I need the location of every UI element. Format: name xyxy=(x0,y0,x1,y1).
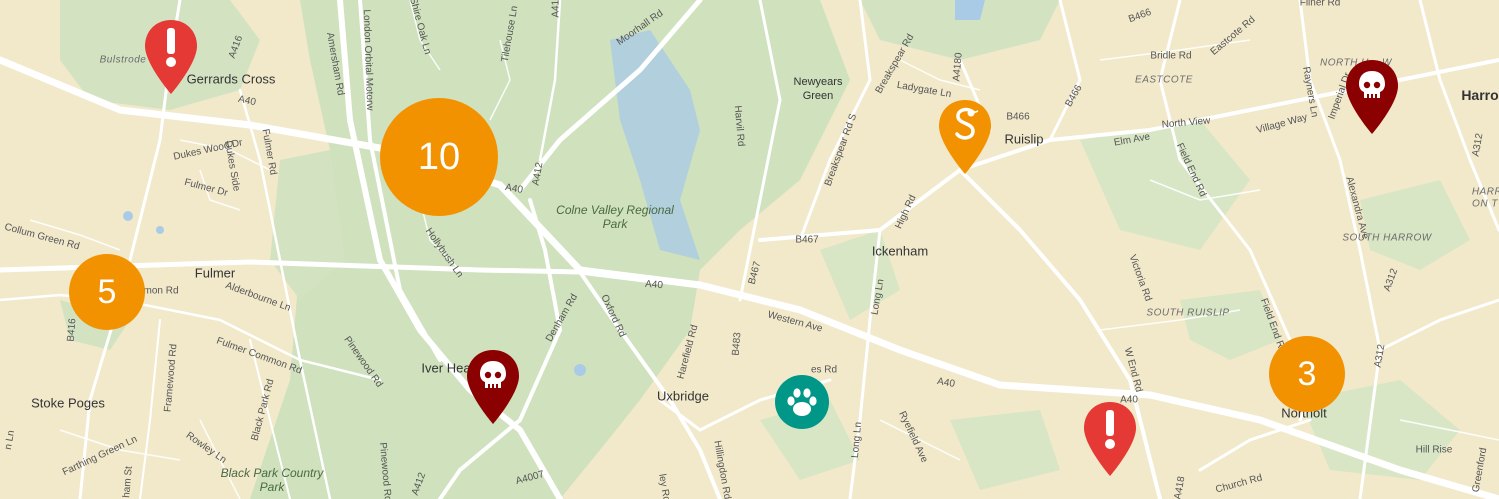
skull-icon xyxy=(467,350,519,424)
skull-icon xyxy=(1346,60,1398,134)
alert-icon xyxy=(145,20,197,94)
alert-icon xyxy=(1084,402,1136,476)
cluster-10[interactable]: 10 xyxy=(380,98,498,216)
cluster-5[interactable]: 5 xyxy=(69,254,145,330)
cluster-3[interactable]: 3 xyxy=(1269,336,1345,412)
map-base-layer xyxy=(0,0,1499,499)
snake-marker[interactable] xyxy=(937,98,993,176)
snake-icon xyxy=(939,100,991,174)
paw-marker[interactable] xyxy=(774,374,830,430)
paw-icon xyxy=(775,375,829,429)
map-canvas[interactable]: Bulstrode Gerrards Cross Fulmer Stoke Po… xyxy=(0,0,1499,499)
skull-marker[interactable] xyxy=(1344,58,1400,136)
alert-marker[interactable] xyxy=(143,18,199,96)
skull-marker[interactable] xyxy=(465,348,521,426)
alert-marker[interactable] xyxy=(1082,400,1138,478)
